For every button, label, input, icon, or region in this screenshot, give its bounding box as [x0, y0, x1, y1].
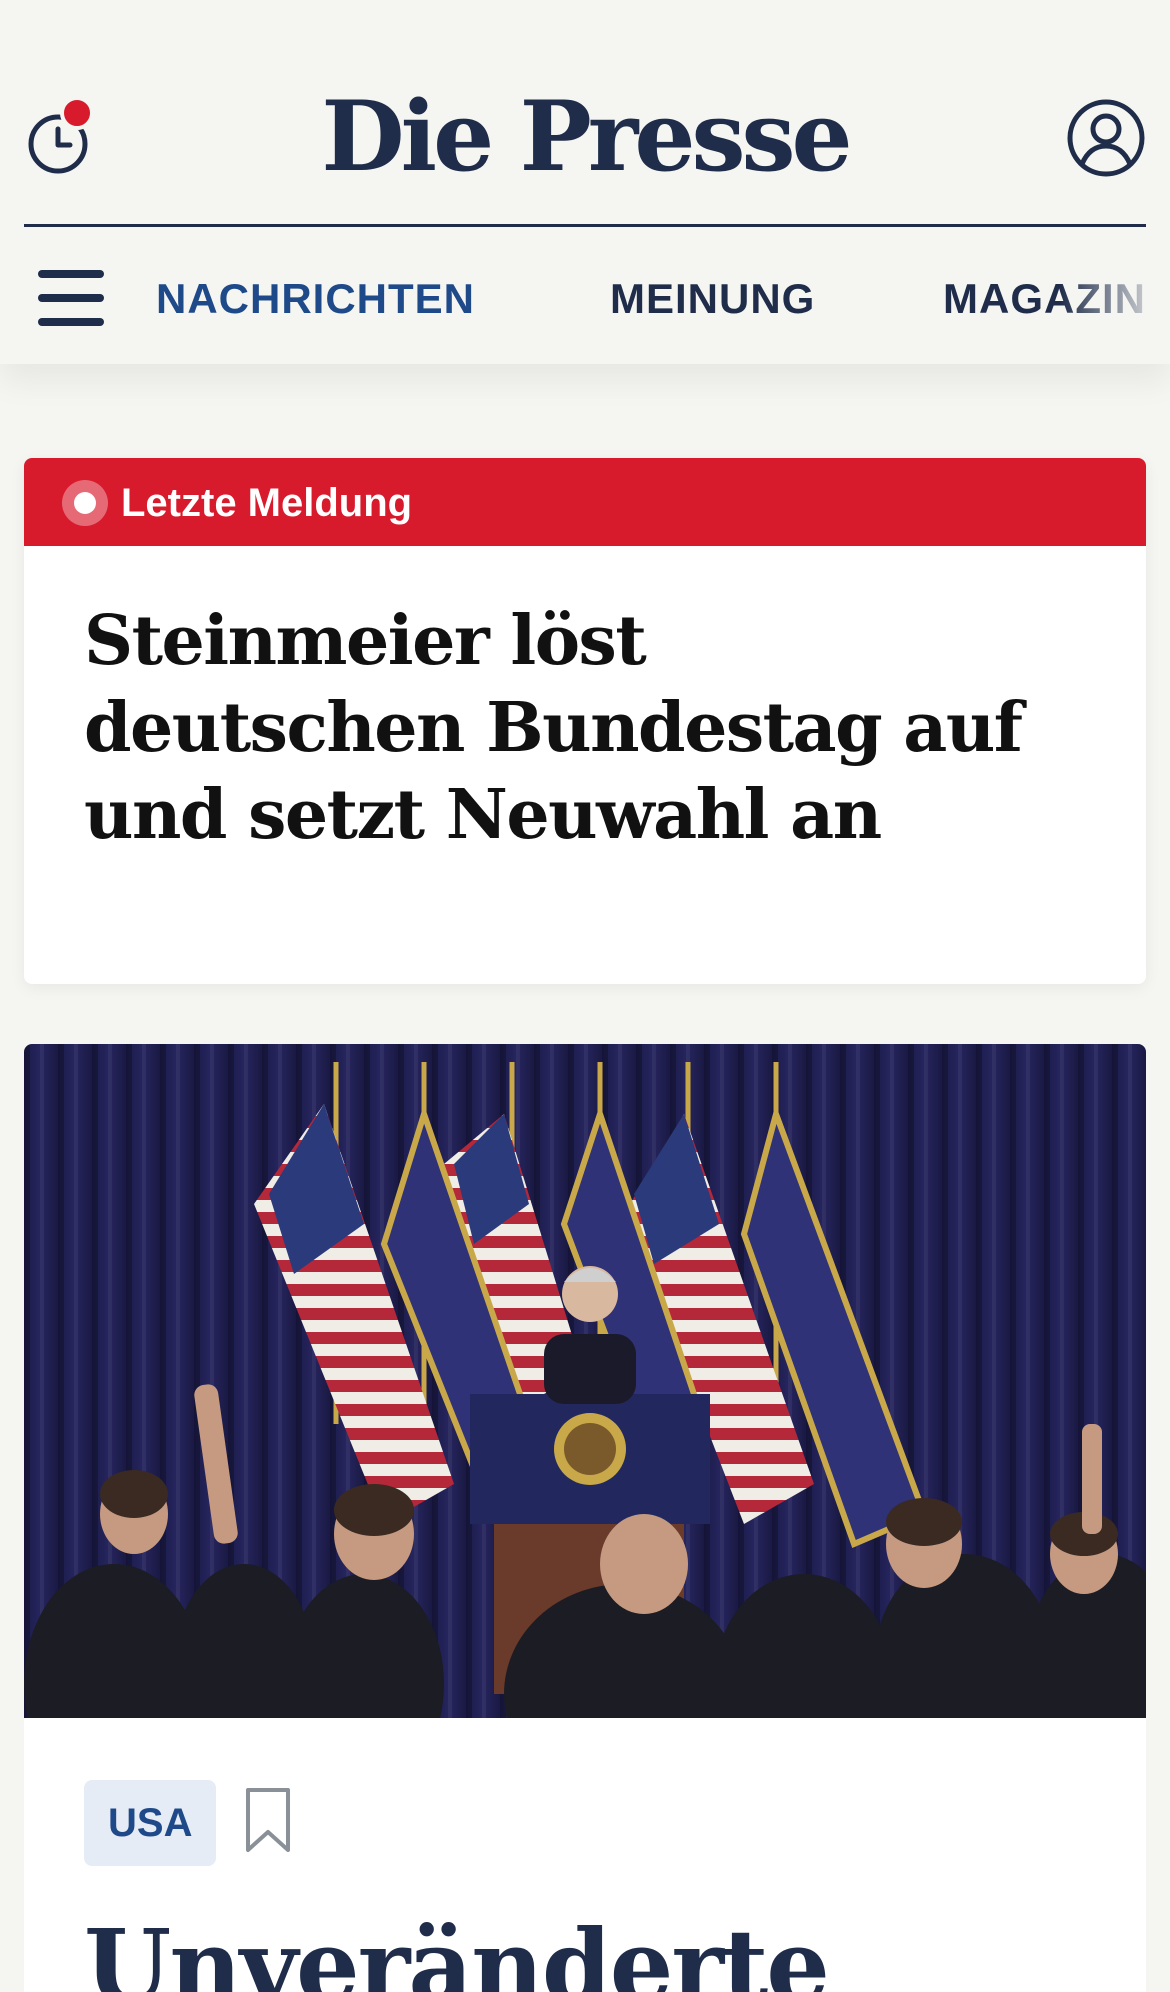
- live-indicator-icon: [62, 480, 108, 526]
- nav-scroll-fade: [1060, 228, 1170, 364]
- section-nav: NACHRICHTEN MEINUNG MAGAZIN: [0, 228, 1170, 364]
- hamburger-icon: [38, 270, 104, 278]
- account-button[interactable]: [1066, 98, 1146, 178]
- breaking-news-banner: Letzte Meldung: [24, 458, 1146, 546]
- press-conference-image: [24, 1044, 1146, 1718]
- category-tag[interactable]: USA: [84, 1780, 217, 1866]
- bookmark-icon: [246, 1788, 290, 1852]
- site-logo[interactable]: Die Presse: [0, 82, 1170, 192]
- user-icon: [1067, 99, 1145, 177]
- article-card[interactable]: USA Unveränderte: [24, 1044, 1146, 1992]
- menu-button[interactable]: [38, 270, 106, 326]
- bookmark-button[interactable]: [242, 1786, 294, 1856]
- nav-item-meinung[interactable]: MEINUNG: [610, 272, 815, 326]
- nav-item-nachrichten[interactable]: NACHRICHTEN: [156, 272, 475, 326]
- article-photo[interactable]: [24, 1044, 1146, 1718]
- breaking-news-card[interactable]: Letzte Meldung Steinmeier löst deutschen…: [24, 458, 1146, 984]
- site-header: Die Presse NACHRICHTEN MEINUNG MAGAZIN: [0, 0, 1170, 364]
- breaking-news-label: Letzte Meldung: [121, 481, 413, 525]
- header-divider: [24, 224, 1146, 227]
- breaking-headline[interactable]: Steinmeier löst deutschen Bundestag auf …: [84, 598, 1044, 859]
- article-headline[interactable]: Unveränderte: [84, 1906, 1104, 1992]
